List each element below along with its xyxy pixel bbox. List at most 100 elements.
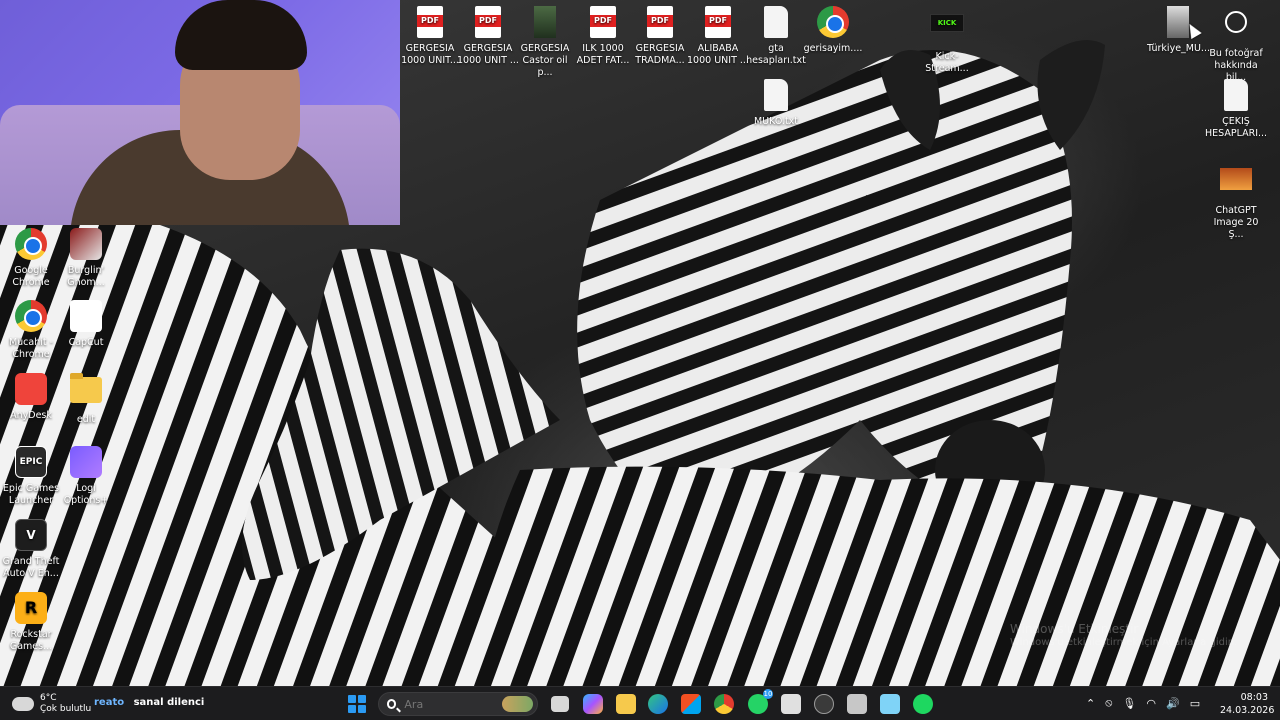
chrome-taskbar-icon[interactable] bbox=[714, 694, 734, 714]
rockstar-icon: R bbox=[14, 592, 48, 626]
spotify-icon[interactable] bbox=[913, 694, 933, 714]
taskbar: 6°C Çok bulutlu reato sanal dilenci ⌃ ⦸ … bbox=[0, 686, 1280, 720]
notepad-icon[interactable] bbox=[880, 694, 900, 714]
news-text: sanal dilenci bbox=[133, 697, 205, 708]
microphone-icon[interactable]: 🎙 bbox=[1122, 697, 1136, 710]
desktop-icon-alibaba-1000-unit[interactable]: ALIBABA 1000 UNIT ... bbox=[687, 6, 749, 67]
desktop-icon-gergesia-1000-unit-2[interactable]: GERGESIA 1000 UNIT ... bbox=[457, 6, 519, 67]
search-input[interactable] bbox=[404, 697, 495, 711]
battery-icon[interactable]: ▭ bbox=[1190, 697, 1200, 710]
clock-date: 24.03.2026 bbox=[1220, 705, 1275, 716]
windows-logo-icon bbox=[348, 695, 356, 703]
desktop-icon-muko[interactable]: MUKO.txt bbox=[745, 79, 807, 128]
desktop-icon-label: MUKO.txt bbox=[753, 116, 799, 127]
chevron-up-icon[interactable]: ⌃ bbox=[1086, 697, 1095, 710]
edge-icon[interactable] bbox=[648, 694, 668, 714]
desktop-icon-label: İLK 1000 ADET FAT... bbox=[576, 43, 630, 66]
windows-logo-icon-part bbox=[358, 695, 366, 703]
epic-games-icon: EPIC bbox=[14, 446, 48, 480]
desktop-icon-cekis-hesaplari[interactable]: ÇEKİŞ HESAPLARI.... bbox=[1205, 79, 1267, 140]
desktop-icon-label: Türkiye_MU... bbox=[1147, 43, 1209, 54]
volume-icon[interactable]: 🔊 bbox=[1166, 697, 1180, 710]
desktop-icon-kick-stream[interactable]: KICK Kick-Stream... bbox=[916, 6, 978, 75]
task-view-icon[interactable] bbox=[551, 696, 569, 712]
desktop-icon-label: Mücahit - Chrome bbox=[8, 337, 54, 360]
taskbar-clock[interactable]: 08:03 24.03.2026 bbox=[1220, 691, 1275, 717]
webcam-person-hair bbox=[175, 0, 307, 70]
chrome-icon bbox=[14, 228, 48, 262]
desktop-icon-label: ALIBABA 1000 UNIT ... bbox=[687, 43, 749, 66]
network-off-icon[interactable]: ⦸ bbox=[1105, 696, 1112, 710]
desktop-icon-burglin-gnomes[interactable]: Burglin' Gnom... bbox=[55, 228, 117, 289]
pdf-icon bbox=[471, 6, 505, 40]
anydesk-icon bbox=[14, 373, 48, 407]
calculator-icon[interactable] bbox=[847, 694, 867, 714]
desktop-icon-label: ÇEKİŞ HESAPLARI.... bbox=[1205, 116, 1267, 139]
desktop-icon-label: GERGESIA TRADMA... bbox=[635, 43, 685, 66]
text-file-icon bbox=[759, 6, 793, 40]
desktop-icon-gta-v[interactable]: V Grand Theft Auto V En... bbox=[0, 519, 62, 580]
info-icon bbox=[1219, 11, 1253, 45]
cloud-icon bbox=[10, 693, 34, 711]
whatsapp-icon[interactable] bbox=[748, 689, 773, 714]
windows-logo-icon-part bbox=[358, 705, 366, 713]
windows-logo-icon-part bbox=[348, 705, 356, 713]
search-highlight-icon bbox=[502, 696, 533, 712]
desktop-icon-label: ChatGPT Image 20 Ş... bbox=[1213, 205, 1259, 240]
watermark-line-1: Windows'u Etkinleştir bbox=[1010, 622, 1139, 636]
image-thumbnail-icon bbox=[528, 6, 562, 40]
desktop-icon-edit-folder[interactable]: edit bbox=[55, 373, 117, 426]
snipping-tool-icon[interactable] bbox=[781, 694, 801, 714]
desktop-icon-capcut[interactable]: CapCut bbox=[55, 300, 117, 349]
chrome-icon bbox=[816, 6, 850, 40]
desktop-icon-chatgpt-image[interactable]: ChatGPT Image 20 Ş... bbox=[1205, 162, 1267, 241]
desktop-icon-gta-hesaplari[interactable]: gta hesapları.txt bbox=[745, 6, 807, 67]
kick-icon: KICK bbox=[930, 14, 964, 48]
game-icon bbox=[69, 228, 103, 262]
desktop-icon-bu-fotograf[interactable]: Bu fotoğraf hakkında bil... bbox=[1205, 6, 1267, 84]
watermark-line-2: Windows'u etkinleştirmek için Ayarlar'a … bbox=[1010, 637, 1238, 648]
start-button[interactable] bbox=[348, 695, 366, 713]
file-explorer-icon[interactable] bbox=[616, 694, 636, 714]
desktop-icon-label: edit bbox=[76, 414, 96, 425]
desktop-icon-google-chrome[interactable]: Google Chrome bbox=[0, 228, 62, 289]
folder-icon bbox=[69, 373, 103, 411]
wifi-icon[interactable]: ◠ bbox=[1146, 697, 1156, 710]
desktop-icon-epic-games[interactable]: EPIC Epic Games Launcher bbox=[0, 446, 62, 507]
desktop-icon-label: Burglin' Gnom... bbox=[67, 265, 105, 288]
obs-icon[interactable] bbox=[814, 694, 834, 714]
weather-desc: Çok bulutlu bbox=[40, 704, 92, 714]
taskbar-search[interactable] bbox=[378, 692, 538, 716]
desktop-icon-ilk-1000-adet[interactable]: İLK 1000 ADET FAT... bbox=[572, 6, 634, 67]
desktop-icon-gergesia-castor-oil[interactable]: GERGESIA Castor oil p... bbox=[514, 6, 576, 79]
desktop-icon-label: Rockstar Games... bbox=[9, 629, 53, 652]
desktop-icon-label: gta hesapları.txt bbox=[746, 43, 806, 66]
text-file-icon bbox=[759, 79, 793, 113]
chrome-icon bbox=[14, 300, 48, 334]
copilot-icon[interactable] bbox=[583, 694, 603, 714]
desktop-icon-label: GERGESIA 1000 UNIT ... bbox=[457, 43, 519, 66]
desktop-icon-logi-options[interactable]: Logi Options+ bbox=[55, 446, 117, 507]
windows-activation-watermark: Windows'u Etkinleştir Windows'u etkinleş… bbox=[1010, 622, 1237, 650]
clock-time: 08:03 bbox=[1240, 692, 1268, 703]
store-icon[interactable] bbox=[681, 694, 701, 714]
desktop-icon-gergesia-1000-unit-1[interactable]: GERGESIA 1000 UNIT... bbox=[399, 6, 461, 67]
desktop-icon-gerisayim[interactable]: gerisayim.... bbox=[802, 6, 864, 55]
logi-icon bbox=[69, 446, 103, 480]
desktop-icon-label: Epic Games Launcher bbox=[2, 483, 60, 506]
pdf-icon bbox=[586, 6, 620, 40]
desktop-icon-gergesia-tradma[interactable]: GERGESIA TRADMA... bbox=[629, 6, 691, 67]
desktop-icon-label: gerisayim.... bbox=[803, 43, 863, 54]
search-icon bbox=[387, 699, 397, 709]
desktop-icon-anydesk[interactable]: AnyDesk bbox=[0, 373, 62, 422]
desktop-icon-mucahit-chrome[interactable]: Mücahit - Chrome bbox=[0, 300, 62, 361]
news-ticker[interactable]: reato sanal dilenci bbox=[94, 697, 204, 708]
capcut-icon bbox=[69, 300, 103, 334]
desktop-icon-label: AnyDesk bbox=[10, 410, 52, 421]
pdf-icon bbox=[643, 6, 677, 40]
gta-icon: V bbox=[14, 519, 48, 553]
pdf-icon bbox=[413, 6, 447, 40]
desktop-icon-rockstar-games[interactable]: R Rockstar Games... bbox=[0, 592, 62, 653]
weather-widget[interactable]: 6°C Çok bulutlu bbox=[10, 691, 92, 717]
desktop-icon-label: Grand Theft Auto V En... bbox=[2, 556, 60, 579]
